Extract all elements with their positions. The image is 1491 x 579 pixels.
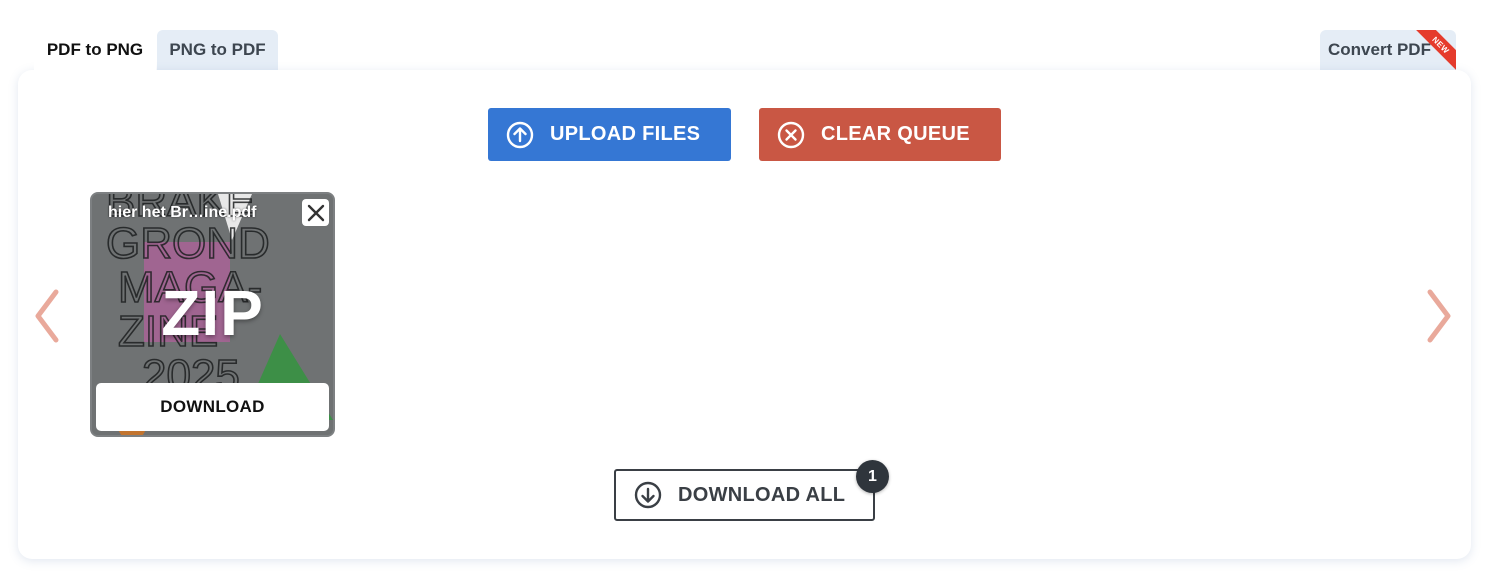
file-name: hier het Br…ine.pdf [108, 204, 257, 221]
upload-files-button[interactable]: UPLOAD FILES [488, 108, 731, 161]
close-circle-icon [777, 121, 805, 149]
download-arrow-icon [634, 481, 662, 509]
remove-file-button[interactable] [302, 199, 329, 226]
tab-pdf-to-png[interactable]: PDF to PNG [34, 30, 156, 70]
upload-arrow-icon [506, 121, 534, 149]
carousel-prev-arrow[interactable] [30, 288, 64, 344]
preview-text-line: GROND [106, 219, 270, 268]
download-all-button[interactable]: DOWNLOAD ALL [614, 469, 875, 521]
clear-queue-button[interactable]: CLEAR QUEUE [759, 108, 1001, 161]
clear-queue-label: CLEAR QUEUE [821, 123, 970, 145]
pdf-to-png-converter: PDF to PNG PNG to PDF Convert PDF NEW UP… [0, 0, 1491, 579]
chevron-right-icon [1427, 289, 1451, 343]
download-file-label: DOWNLOAD [160, 397, 265, 416]
tab-png-to-pdf-label: PNG to PDF [169, 40, 266, 59]
carousel-next-arrow[interactable] [1422, 288, 1456, 344]
file-thumbnail: BRAKE GROND MAGA- ZINE 2025 hier het Br…… [90, 192, 335, 437]
tab-convert-pdf[interactable]: Convert PDF NEW [1320, 30, 1456, 70]
upload-files-label: UPLOAD FILES [550, 123, 701, 145]
tab-pdf-to-png-label: PDF to PNG [46, 40, 144, 59]
file-count-value: 1 [868, 467, 877, 485]
close-icon [307, 204, 324, 221]
download-all-label: DOWNLOAD ALL [678, 483, 846, 506]
new-ribbon-label: NEW [1430, 34, 1452, 56]
chevron-left-icon [35, 289, 59, 343]
converter-panel: UPLOAD FILES CLEAR QUEUE BRAKE GROND MAG… [18, 70, 1471, 559]
download-file-button[interactable]: DOWNLOAD [96, 383, 329, 431]
tab-png-to-pdf[interactable]: PNG to PDF [157, 30, 278, 70]
file-count-badge: 1 [856, 460, 889, 493]
tab-convert-pdf-label: Convert PDF [1328, 40, 1431, 59]
file-type-label: ZIP [161, 277, 264, 349]
